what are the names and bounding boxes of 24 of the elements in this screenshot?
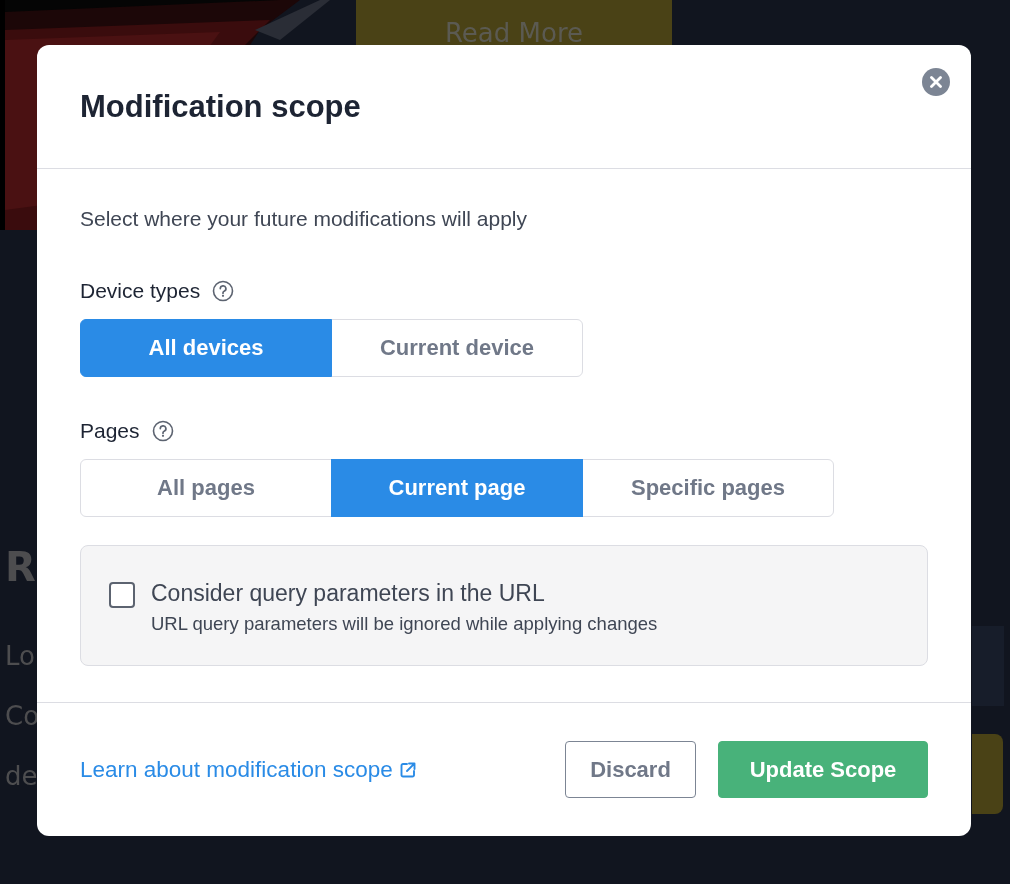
- group-label: Device types: [80, 279, 201, 303]
- body-text: de: [5, 761, 39, 791]
- section-heading: R: [5, 545, 37, 589]
- help-icon[interactable]: [151, 420, 174, 442]
- checkbox-label: Consider query parameters in the URL: [151, 580, 546, 607]
- segment-option[interactable]: All devices: [80, 319, 332, 377]
- checkbox[interactable]: [109, 582, 135, 608]
- body-text: Lo: [5, 641, 36, 671]
- close-button[interactable]: [922, 68, 950, 96]
- group-label: Pages: [80, 419, 140, 443]
- discard-button[interactable]: Discard: [565, 741, 696, 798]
- help-link[interactable]: Learn about modification scope: [80, 756, 417, 783]
- segment-option[interactable]: All pages: [80, 459, 332, 517]
- close-icon: [930, 76, 942, 88]
- description-text: Select where your future modifications will apply: [80, 207, 529, 231]
- hint-text: URL query parameters will be ignored while applying changes: [151, 613, 658, 635]
- update-button[interactable]: Update Scope: [718, 741, 928, 798]
- segment-option[interactable]: Specific pages: [582, 459, 834, 517]
- external-link-icon: [398, 760, 417, 779]
- help-icon[interactable]: [212, 280, 235, 302]
- dialog-title: Modification scope: [80, 88, 361, 125]
- segment-option[interactable]: Current device: [331, 319, 583, 377]
- segment-option[interactable]: Current page: [331, 459, 583, 517]
- body-text: Co: [5, 701, 40, 731]
